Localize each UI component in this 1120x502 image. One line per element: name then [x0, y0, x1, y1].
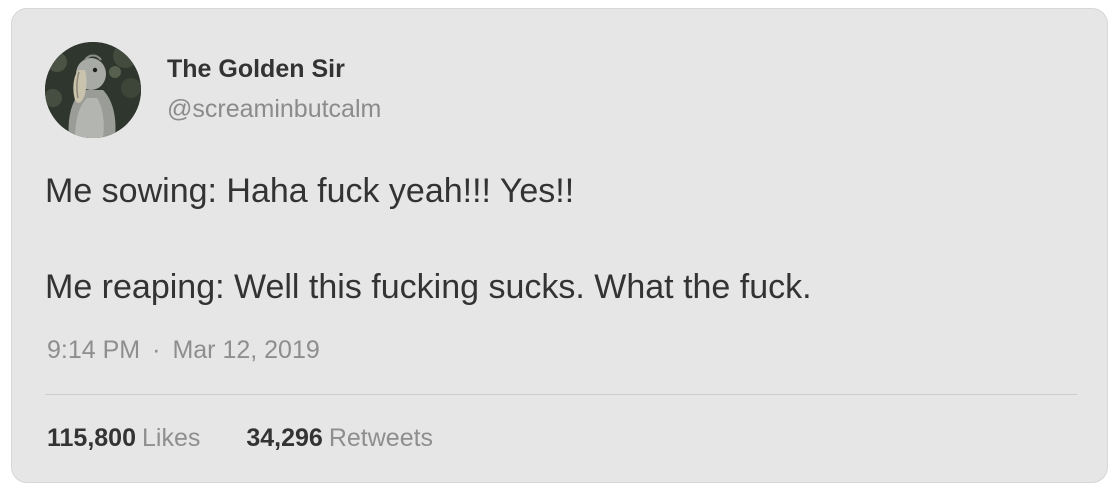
retweets-stat[interactable]: 34,296 Retweets [246, 424, 433, 453]
likes-count: 115,800 [47, 424, 136, 452]
divider [45, 394, 1077, 395]
author-handle[interactable]: @screaminbutcalm [167, 95, 381, 124]
line-break [45, 215, 1065, 263]
tweet-line: Me reaping: Well this fucking sucks. Wha… [45, 268, 812, 306]
tweet-stats: 115,800 Likes 34,296 Retweets [47, 424, 433, 453]
tweet-text: Me sowing: Haha fuck yeah!!! Yes!! Me re… [45, 167, 1065, 311]
tweet-line: Me sowing: Haha fuck yeah!!! Yes!! [45, 172, 575, 210]
author-name[interactable]: The Golden Sir [167, 55, 345, 84]
likes-stat[interactable]: 115,800 Likes [47, 424, 200, 453]
meta-separator: · [152, 336, 161, 364]
tweet-date: Mar 12, 2019 [172, 336, 320, 364]
tweet-timestamp[interactable]: 9:14 PM · Mar 12, 2019 [47, 336, 320, 365]
retweets-label: Retweets [328, 424, 434, 452]
shoebill-bird-icon [45, 42, 141, 138]
retweets-count: 34,296 [246, 424, 323, 452]
tweet-card[interactable]: The Golden Sir @screaminbutcalm Me sowin… [11, 8, 1108, 483]
avatar[interactable] [45, 42, 141, 138]
likes-label: Likes [142, 424, 201, 452]
tweet-time: 9:14 PM [47, 336, 141, 364]
